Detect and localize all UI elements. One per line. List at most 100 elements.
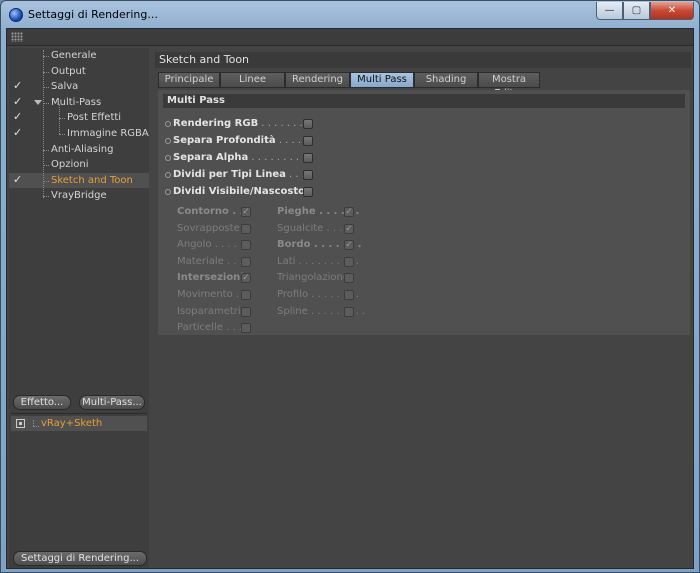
option-label-text: Separa Alpha (173, 152, 249, 163)
right-panel: Sketch and Toon Principale Linee Rendering… (153, 48, 693, 568)
tree-item[interactable]: ✓ Salva (9, 79, 149, 95)
tree-item[interactable]: ✓ Multi-Pass (9, 95, 149, 111)
list-item[interactable]: vRay+Sketh (11, 416, 147, 431)
tree-connector (33, 426, 39, 427)
line-type-label: Lati (277, 255, 296, 267)
line-type-label: Particelle (177, 322, 223, 334)
effects-list: vRay+Sketh (11, 413, 147, 565)
line-type-label: Intersezioni (177, 272, 244, 284)
caption-buttons: — ▢ ✕ (596, 2, 694, 20)
tab-principale[interactable]: Principale (158, 72, 220, 88)
line-type-option: Sovrapposte (177, 222, 240, 236)
option-checkbox[interactable] (303, 153, 313, 163)
option-row: Rendering RGB . . . . . . . . (165, 117, 325, 131)
multipass-button[interactable]: Multi-Pass... (79, 395, 145, 410)
line-type-checkbox[interactable] (241, 256, 251, 267)
line-type-checkbox[interactable] (344, 290, 354, 300)
animation-dot-icon[interactable] (165, 172, 171, 178)
line-type-checkbox[interactable] (241, 240, 251, 251)
tab-mostra-editor[interactable]: Mostra Editor (478, 72, 540, 99)
tab-rendering[interactable]: Rendering (285, 72, 350, 88)
tree-item-label: Salva (51, 81, 79, 93)
tree-item[interactable]: ✓ Immagine RGBA (9, 126, 149, 142)
option-checkbox[interactable] (303, 187, 313, 197)
line-type-checkbox[interactable]: ✓ (344, 207, 354, 217)
option-checkbox[interactable] (303, 119, 313, 129)
option-checkbox[interactable] (303, 136, 313, 146)
tree-item-label: VrayBridge (51, 190, 107, 202)
option-label-text: Dividi per Tipi Linea (173, 169, 286, 180)
check-icon[interactable]: ✓ (13, 95, 24, 108)
line-type-option: Particelle . . . (177, 321, 242, 335)
line-type-checkbox[interactable] (241, 306, 251, 317)
option-label: Separa Alpha . . . . . . . . . . (173, 151, 312, 165)
line-type-label: Contorno (177, 206, 229, 217)
option-row: Dividi per Tipi Linea . . . . (165, 168, 325, 182)
line-type-checkbox[interactable] (241, 290, 251, 300)
check-icon[interactable]: ✓ (13, 111, 24, 123)
maximize-button[interactable]: ▢ (623, 2, 650, 20)
line-type-checkbox[interactable] (241, 223, 251, 234)
option-label: Rendering RGB . . . . . . . . (173, 117, 309, 131)
line-type-option: Contorno . . (177, 205, 243, 219)
title-bar[interactable]: Settaggi di Rendering... — ▢ ✕ (1, 1, 699, 29)
tree-connector (59, 104, 60, 134)
tree-item[interactable]: VrayBridge (9, 188, 149, 204)
option-label: Dividi Visibile/Nascosto (173, 185, 305, 199)
check-icon[interactable]: ✓ (13, 80, 24, 92)
animation-dot-icon[interactable] (165, 138, 171, 144)
line-type-label: Movimento (177, 289, 233, 300)
line-type-label: Sovrapposte (177, 222, 240, 234)
line-type-option: Materiale . . . . (177, 255, 249, 269)
tree-item[interactable]: Generale (9, 48, 149, 64)
tree-item[interactable]: Output (9, 64, 149, 80)
close-button[interactable]: ✕ (650, 2, 694, 20)
line-type-checkbox[interactable] (344, 273, 354, 284)
option-label: Dividi per Tipi Linea . . . . (173, 168, 311, 182)
line-type-checkbox[interactable] (344, 256, 354, 267)
multipass-pane: Multi Pass Rendering RGB . . . . . . . .… (158, 90, 690, 335)
line-type-checkbox[interactable]: ✓ (344, 223, 354, 234)
tree-item[interactable]: Anti-Aliasing (9, 142, 149, 158)
line-type-option: Triangolazione (277, 271, 349, 285)
effect-toggle-icon[interactable] (16, 419, 25, 428)
option-checkbox[interactable] (303, 170, 313, 180)
minimize-button[interactable]: — (596, 2, 623, 20)
check-icon[interactable]: ✓ (13, 173, 24, 186)
window-title: Settaggi di Rendering... (28, 8, 158, 21)
tree-item-label: Post Effetti (67, 112, 122, 124)
settings-tree: Generale Output ✓ Salva ✓ Multi-Pass ✓ Post Eff… (9, 48, 149, 204)
line-type-label: Triangolazione (277, 272, 350, 284)
expand-arrow-icon[interactable] (34, 99, 42, 105)
tree-item[interactable]: ✓ Post Effetti (9, 110, 149, 126)
line-type-leader: . . . (222, 322, 242, 334)
line-type-label: Isoparametri (177, 305, 241, 317)
option-leader: . . . . . . . . (258, 118, 310, 129)
animation-dot-icon[interactable] (165, 155, 171, 161)
line-type-option: Angolo . . . . . (177, 238, 243, 252)
option-label-text: Rendering RGB (173, 118, 259, 129)
line-type-checkbox[interactable]: ✓ (344, 240, 354, 251)
line-type-checkbox[interactable] (241, 323, 251, 334)
tab-shading[interactable]: Shading (414, 72, 478, 88)
tree-item-label: Immagine RGBA (67, 127, 149, 139)
animation-dot-icon[interactable] (165, 189, 171, 195)
animation-dot-icon[interactable] (165, 121, 171, 127)
line-type-checkbox[interactable]: ✓ (241, 273, 251, 284)
option-row: Dividi Visibile/Nascosto (165, 185, 325, 199)
tree-item-label: Output (51, 65, 86, 77)
line-type-checkbox[interactable] (344, 306, 354, 317)
tree-item[interactable]: Opzioni (9, 157, 149, 173)
tab-multi-pass[interactable]: Multi Pass (350, 72, 414, 88)
render-settings-button[interactable]: Settaggi di Rendering... (13, 551, 147, 566)
line-type-checkbox[interactable]: ✓ (241, 207, 251, 217)
option-label-text: Dividi Visibile/Nascosto (173, 186, 306, 197)
section-header: Multi Pass (163, 94, 685, 108)
line-type-option: Intersezioni (177, 271, 244, 285)
effetto-button[interactable]: Effetto... (13, 395, 71, 410)
tree-item[interactable]: ✓ Sketch and Toon (9, 172, 149, 189)
panel-title: Sketch and Toon (155, 52, 691, 68)
check-icon[interactable]: ✓ (13, 126, 24, 139)
tab-linee[interactable]: Linee (220, 72, 285, 88)
grip-icon[interactable] (11, 32, 23, 42)
